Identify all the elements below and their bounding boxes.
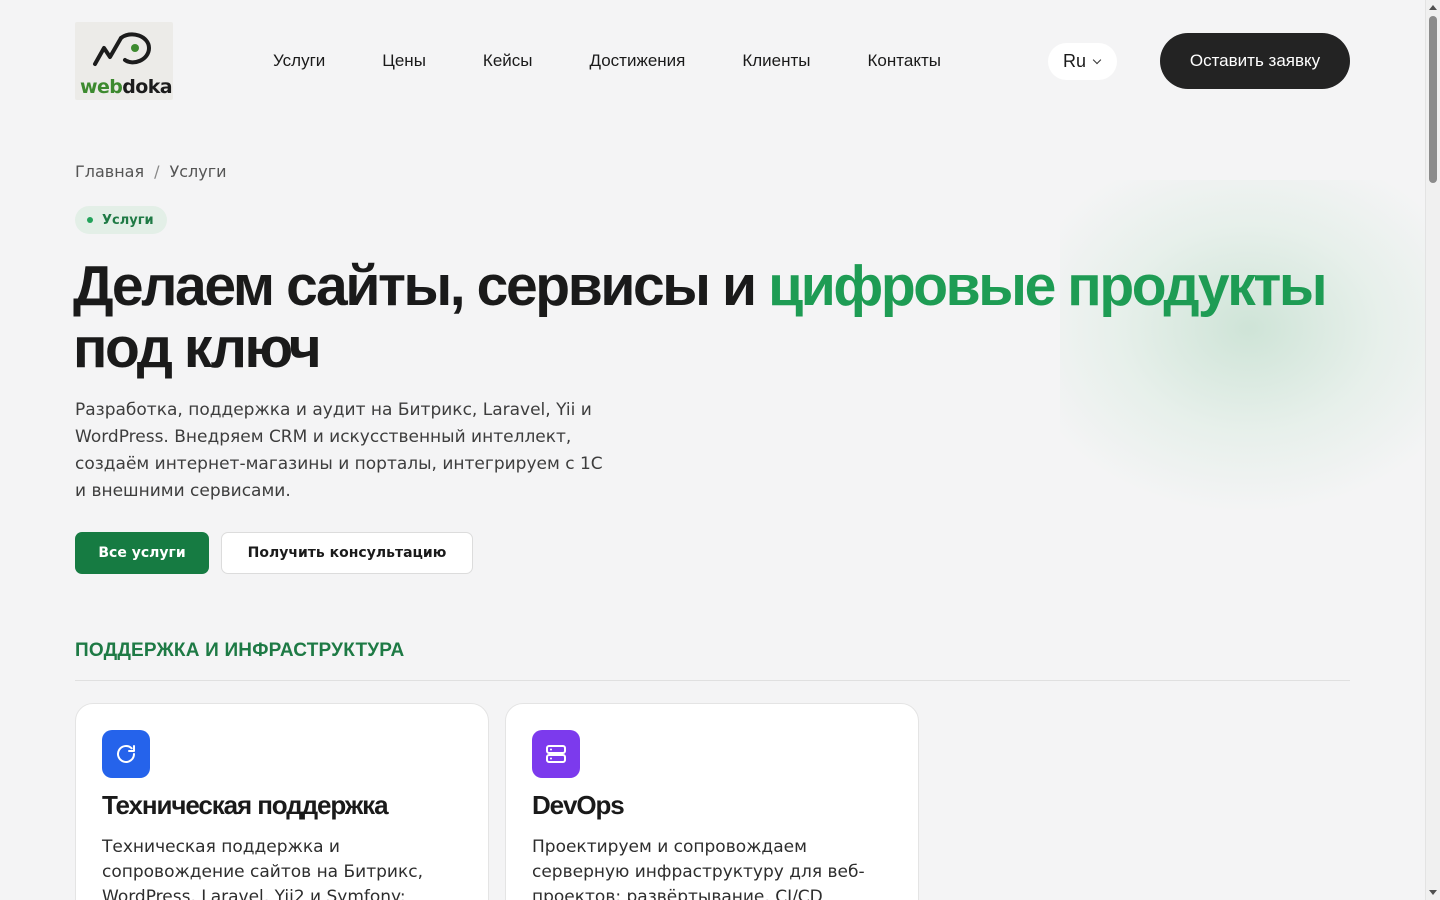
breadcrumb: Главная / Услуги	[75, 162, 227, 181]
nav-item-contacts[interactable]: Контакты	[868, 50, 941, 72]
leave-request-button[interactable]: Оставить заявку	[1160, 33, 1350, 89]
page-title: Делаем сайты, сервисы и цифровые продукт…	[73, 254, 1328, 380]
server-icon	[532, 730, 580, 778]
logo-mark-icon	[93, 32, 152, 66]
scroll-up-icon[interactable]	[1429, 5, 1437, 10]
scrollbar[interactable]	[1425, 0, 1440, 900]
logo-text: webdoka	[80, 76, 173, 98]
section-badge: Услуги	[75, 206, 167, 234]
section-divider	[75, 680, 1350, 681]
service-card-devops[interactable]: DevOps Проектируем и сопровождаем сервер…	[505, 703, 919, 900]
main-nav: Услуги Цены Кейсы Достижения Клиенты Кон…	[273, 50, 998, 72]
get-consultation-button[interactable]: Получить консультацию	[221, 532, 473, 574]
language-label: Ru	[1063, 51, 1087, 71]
nav-item-prices[interactable]: Цены	[382, 50, 426, 72]
hero-description: Разработка, поддержка и аудит на Битрикс…	[75, 400, 603, 501]
breadcrumb-home[interactable]: Главная	[75, 162, 144, 181]
refresh-icon	[102, 730, 150, 778]
nav-item-services[interactable]: Услуги	[273, 50, 325, 72]
scrollbar-thumb[interactable]	[1429, 16, 1437, 183]
badge-label: Услуги	[102, 212, 154, 228]
chevron-down-icon	[1092, 55, 1102, 64]
site-header: webdoka Услуги Цены Кейсы Достижения Кли…	[0, 0, 1425, 122]
language-selector[interactable]: Ru	[1048, 43, 1117, 80]
section-title: ПОДДЕРЖКА И ИНФРАСТРУКТУРА	[75, 640, 405, 661]
nav-item-cases[interactable]: Кейсы	[483, 50, 533, 72]
title-accent: цифровые продукты	[768, 254, 1327, 318]
logo[interactable]: webdoka	[75, 22, 173, 100]
breadcrumb-current: Услуги	[169, 162, 227, 181]
card-title: Техническая поддержка	[102, 790, 389, 820]
card-title: DevOps	[532, 790, 625, 820]
card-text: Техническая поддержка и сопровождение са…	[102, 837, 423, 900]
card-text: Проектируем и сопровождаем серверную инф…	[532, 837, 865, 900]
scroll-down-icon[interactable]	[1429, 890, 1437, 895]
nav-item-achievements[interactable]: Достижения	[590, 50, 686, 72]
status-dot-icon	[87, 217, 93, 223]
nav-item-clients[interactable]: Клиенты	[742, 50, 810, 72]
all-services-button[interactable]: Все услуги	[75, 532, 209, 574]
breadcrumb-separator: /	[154, 162, 160, 181]
service-card-support[interactable]: Техническая поддержка Техническая поддер…	[75, 703, 489, 900]
